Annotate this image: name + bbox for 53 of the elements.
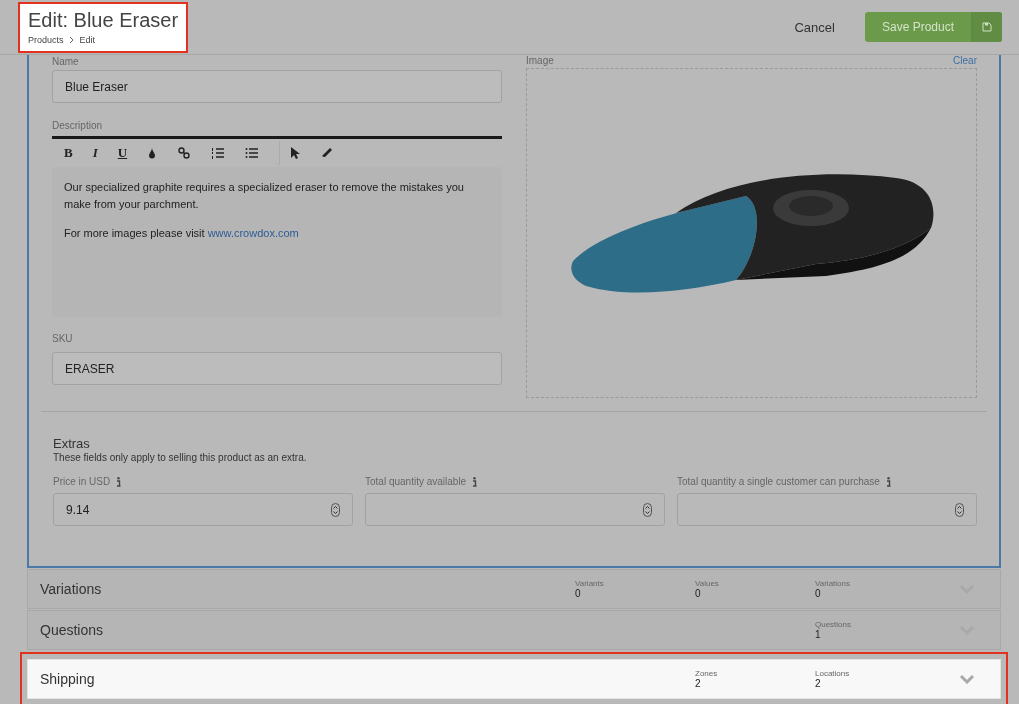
stat-value: 1 (815, 629, 822, 640)
eraser-icon[interactable] (320, 147, 335, 159)
field-label: Price in USD (53, 476, 111, 487)
spinner-arrows-icon[interactable] (955, 502, 964, 517)
section-title: Variations (40, 581, 103, 597)
stat-label: Locations (815, 669, 851, 678)
format-button[interactable]: U (117, 145, 128, 161)
stat-value: 2 (695, 678, 702, 689)
numbered-list-icon[interactable] (211, 146, 226, 160)
number-field[interactable]: 9.14 (53, 493, 353, 526)
stat-value: 0 (815, 588, 822, 599)
format-button[interactable]: I (92, 145, 98, 161)
field-label: SKU (52, 333, 74, 344)
info-icon[interactable] (885, 476, 891, 487)
description-text: Our specialized graphite requires a specialized eraser to remove the mistakes you make from your parchment. (64, 180, 465, 212)
image-dropzone[interactable] (526, 68, 977, 398)
name-field[interactable]: Blue Eraser (52, 70, 502, 103)
stat-value: 2 (815, 678, 822, 689)
field-label: Total quantity available (365, 476, 467, 487)
stat-label: Variations (815, 579, 851, 588)
number-field[interactable] (365, 493, 665, 526)
section-description: These fields only apply to selling this product as an extra. (53, 452, 308, 463)
spinner-arrows-icon[interactable] (331, 502, 340, 517)
accordion-row[interactable]: Questions Questions 1 (27, 610, 1001, 650)
section-heading: Extras (53, 436, 91, 451)
spinner-arrows-icon[interactable] (643, 502, 652, 517)
description-text: For more images please visit www.crowdox.com (64, 226, 300, 241)
page-title: Edit: Blue Eraser (28, 9, 179, 32)
stat-value: 0 (695, 588, 702, 599)
format-button[interactable]: B (64, 145, 73, 161)
sku-field[interactable]: ERASER (52, 352, 502, 385)
cancel-button[interactable]: Cancel (794, 19, 835, 35)
field-label: Image (526, 55, 554, 66)
info-icon[interactable] (116, 476, 122, 487)
stat-label: Zones (695, 669, 719, 678)
field-label: Name (52, 56, 80, 67)
bullet-list-icon[interactable] (245, 146, 260, 160)
section-title: Shipping (40, 671, 96, 687)
field-label: Total quantity a single customer can purchase (677, 476, 880, 487)
number-field[interactable] (677, 493, 977, 526)
link-icon[interactable] (177, 146, 192, 160)
stat-label: Questions (815, 620, 853, 629)
chevron-right-icon[interactable] (68, 36, 75, 44)
breadcrumb-link[interactable]: Edit (79, 35, 96, 45)
stat-label: Variants (575, 579, 605, 588)
section-title: Questions (40, 622, 105, 638)
cursor-icon[interactable] (290, 146, 301, 160)
info-icon[interactable] (472, 476, 478, 487)
stat-value: 0 (575, 588, 582, 599)
accordion-row[interactable]: Variations Variants 0 Values 0 Variations 0 (27, 569, 1001, 609)
field-label: Description (52, 120, 104, 131)
breadcrumb-link[interactable]: Products (28, 35, 64, 45)
stat-label: Values (695, 579, 720, 588)
